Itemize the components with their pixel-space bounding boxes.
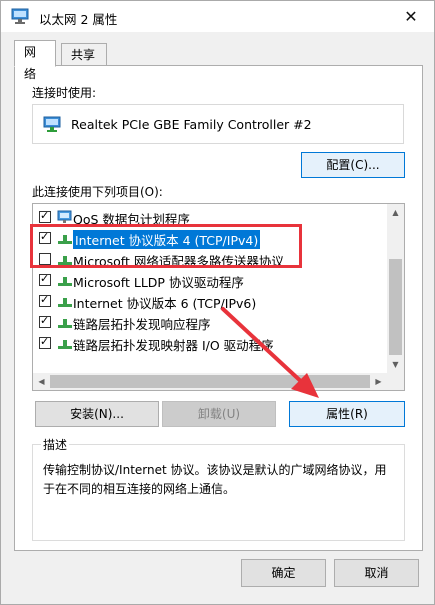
- items-label: 此连接使用下列项目(O):: [32, 185, 163, 199]
- item-checkbox[interactable]: ✓: [39, 209, 51, 223]
- network-tab-panel: 连接时使用: Realtek PCIe GBE Family Controlle…: [14, 65, 423, 551]
- description-group: 描述 传输控制协议/Internet 协议。该协议是默认的广域网络协议，用于在不…: [32, 436, 405, 541]
- item-checkbox[interactable]: ✓: [39, 293, 51, 307]
- checkmark-icon: ✓: [40, 335, 50, 348]
- network-adapter-icon: [11, 8, 29, 24]
- title-bar[interactable]: 以太网 2 属性 ✕: [1, 1, 434, 32]
- item-label: Internet 协议版本 6 (TCP/IPv6): [73, 296, 257, 311]
- checkmark-icon: ✓: [40, 209, 50, 222]
- scroll-thumb[interactable]: [50, 375, 370, 388]
- qos-scheduler-icon: [57, 210, 72, 223]
- network-protocol-icon: [58, 340, 72, 349]
- cancel-button[interactable]: 取消: [334, 559, 419, 587]
- scroll-right-arrow-icon[interactable]: ▶: [370, 373, 387, 390]
- list-item[interactable]: ✓ 链路层拓扑发现映射器 I/O 驱动程序: [33, 333, 388, 353]
- network-adapter-icon: [43, 116, 61, 132]
- properties-dialog: 以太网 2 属性 ✕ 网络 共享 连接时使用: Realtek PCIe GBE…: [0, 0, 435, 605]
- checkmark-icon: ✓: [40, 272, 50, 285]
- ok-button[interactable]: 确定: [241, 559, 326, 587]
- item-label: Microsoft LLDP 协议驱动程序: [73, 275, 244, 290]
- tab-network[interactable]: 网络: [14, 40, 56, 81]
- checkmark-icon: ✓: [40, 293, 50, 306]
- tab-sharing[interactable]: 共享: [61, 43, 107, 67]
- list-item[interactable]: ✓ Internet 协议版本 6 (TCP/IPv6): [33, 291, 388, 311]
- scroll-up-arrow-icon[interactable]: ▲: [387, 204, 404, 221]
- item-checkbox[interactable]: ✓: [39, 314, 51, 328]
- properties-button[interactable]: 属性(R): [289, 401, 405, 427]
- list-item[interactable]: ✓ Microsoft LLDP 协议驱动程序: [33, 270, 388, 290]
- description-text: 传输控制协议/Internet 协议。该协议是默认的广域网络协议，用于在不同的相…: [43, 463, 387, 496]
- item-checkbox[interactable]: ✓: [39, 272, 51, 286]
- adapter-name: Realtek PCIe GBE Family Controller #2: [71, 117, 312, 132]
- checkmark-icon: ✓: [40, 314, 50, 327]
- window-title: 以太网 2 属性: [39, 12, 118, 27]
- install-button[interactable]: 安装(N)...: [35, 401, 159, 427]
- scroll-left-arrow-icon[interactable]: ◀: [33, 373, 50, 390]
- item-label: 链路层拓扑发现响应程序: [73, 317, 211, 332]
- scroll-down-arrow-icon[interactable]: ▼: [387, 356, 404, 373]
- network-protocol-icon: [58, 319, 72, 328]
- description-legend: 描述: [41, 436, 70, 453]
- close-icon: ✕: [404, 7, 418, 26]
- list-item[interactable]: ✓ 链路层拓扑发现响应程序: [33, 312, 388, 332]
- network-protocol-icon: [58, 277, 72, 286]
- uninstall-button[interactable]: 卸载(U): [162, 401, 276, 427]
- configure-button[interactable]: 配置(C)...: [301, 152, 405, 178]
- close-button[interactable]: ✕: [388, 1, 434, 32]
- annotation-highlight-box: [30, 224, 302, 268]
- vertical-scrollbar[interactable]: ▲ ▼: [387, 204, 404, 373]
- adapter-field: Realtek PCIe GBE Family Controller #2: [32, 104, 404, 144]
- horizontal-scrollbar[interactable]: ◀ ▶: [33, 373, 404, 390]
- scroll-thumb[interactable]: [389, 259, 402, 355]
- item-label: 链路层拓扑发现映射器 I/O 驱动程序: [73, 338, 274, 353]
- connect-using-label: 连接时使用:: [32, 86, 97, 100]
- item-checkbox[interactable]: ✓: [39, 335, 51, 349]
- network-protocol-icon: [58, 298, 72, 307]
